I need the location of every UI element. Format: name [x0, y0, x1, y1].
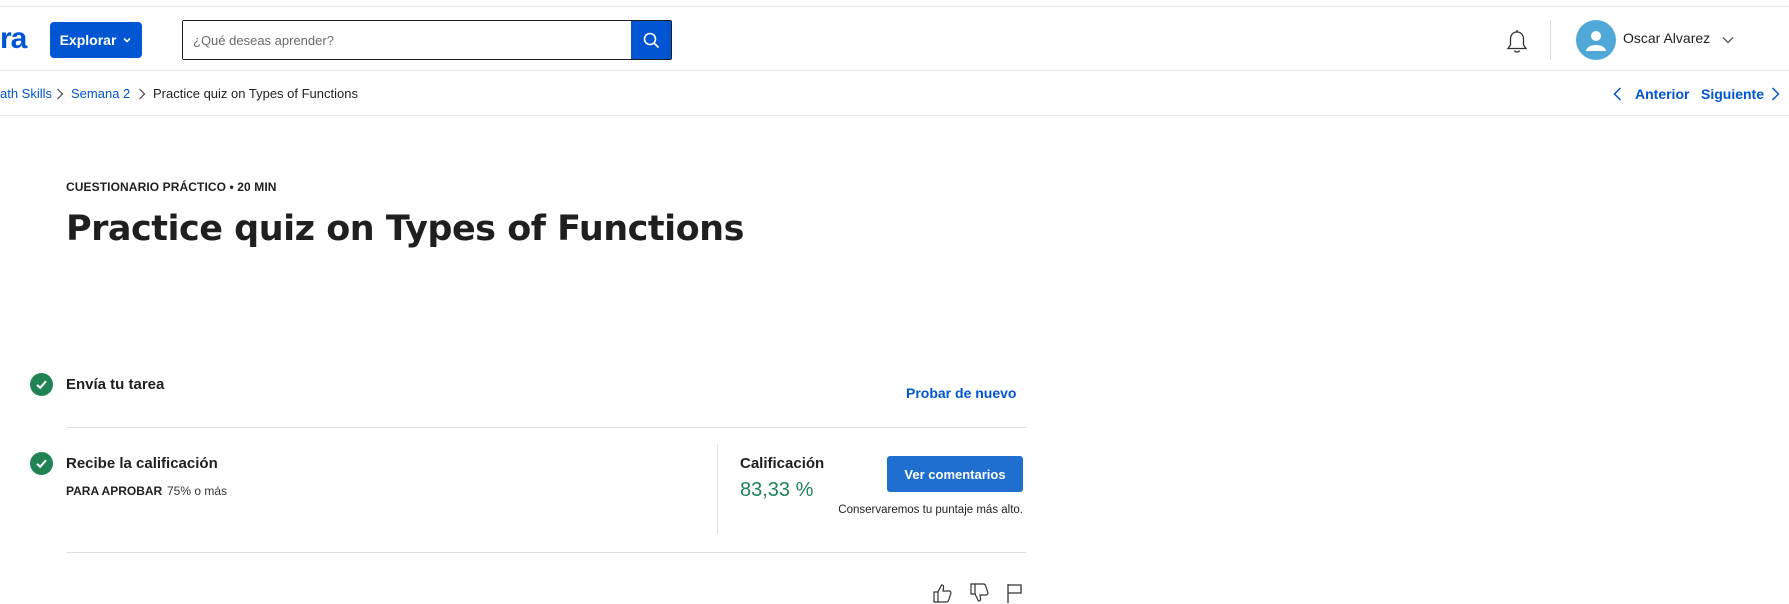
chevron-right-icon[interactable]	[1771, 87, 1780, 101]
chevron-left-icon[interactable]	[1613, 87, 1622, 101]
search-icon	[643, 32, 659, 48]
chevron-down-icon	[123, 37, 131, 43]
highest-score-note: Conservaremos tu puntaje más alto.	[838, 504, 1023, 516]
item-type-label: CUESTIONARIO PRÁCTICO • 20 MIN	[66, 180, 277, 194]
view-feedback-button[interactable]: Ver comentarios	[887, 456, 1023, 492]
chevron-right-icon	[57, 88, 64, 100]
brand-logo[interactable]: ra	[0, 22, 27, 56]
thumbs-down-icon[interactable]	[968, 582, 990, 604]
explore-button[interactable]: Explorar	[50, 22, 142, 58]
pass-value: 75% o más	[167, 484, 228, 498]
pass-label: PARA APROBAR	[66, 484, 163, 498]
grade-value: 83,33 %	[740, 479, 814, 501]
thumbs-up-icon[interactable]	[931, 582, 953, 604]
top-header: ra Explorar Oscar Alvarez	[0, 7, 1789, 71]
grade-divider	[717, 444, 718, 534]
avatar[interactable]	[1576, 20, 1616, 60]
browser-top-strip	[0, 0, 1789, 7]
breadcrumb-current: Practice quiz on Types of Functions	[153, 86, 358, 101]
breadcrumb: ath Skills Semana 2 Practice quiz on Typ…	[0, 71, 1789, 116]
chevron-down-icon[interactable]	[1722, 36, 1734, 44]
header-divider	[1550, 20, 1551, 60]
user-name[interactable]: Oscar Alvarez	[1623, 30, 1710, 46]
flag-icon[interactable]	[1004, 582, 1026, 604]
next-link[interactable]: Siguiente	[1701, 86, 1764, 102]
try-again-link[interactable]: Probar de nuevo	[906, 385, 1016, 401]
check-circle-icon	[30, 452, 53, 475]
previous-link[interactable]: Anterior	[1635, 86, 1689, 102]
search-button[interactable]	[631, 21, 671, 59]
check-circle-icon	[30, 373, 53, 396]
chevron-right-icon	[139, 88, 146, 100]
divider	[66, 427, 1026, 428]
search-input[interactable]	[183, 21, 631, 59]
grade-step-title: Recibe la calificación	[66, 455, 218, 472]
breadcrumb-course[interactable]: ath Skills	[0, 86, 52, 101]
bell-icon[interactable]	[1505, 29, 1529, 55]
divider	[66, 552, 1026, 553]
page-title: Practice quiz on Types of Functions	[66, 209, 744, 249]
submit-step-title: Envía tu tarea	[66, 376, 165, 393]
grade-label: Calificación	[740, 455, 825, 472]
avatar-icon	[1586, 31, 1606, 51]
explore-label: Explorar	[59, 32, 117, 48]
search-box	[182, 20, 672, 60]
breadcrumb-week[interactable]: Semana 2	[71, 86, 130, 101]
